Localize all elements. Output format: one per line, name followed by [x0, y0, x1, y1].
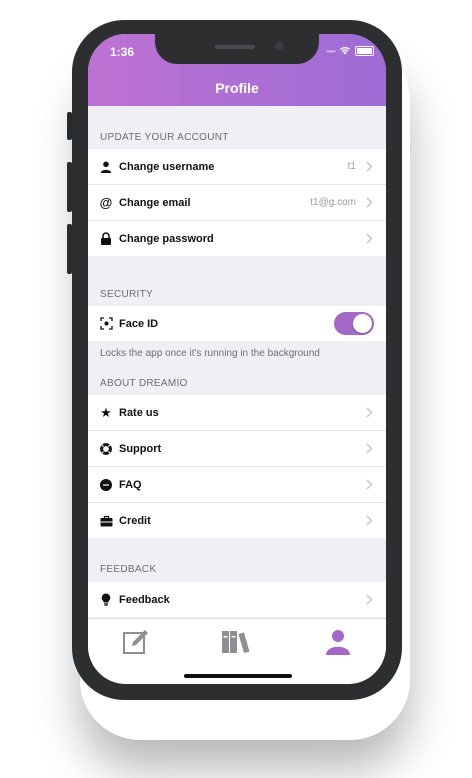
face-id-row: Face ID [88, 306, 386, 341]
change-username-row[interactable]: Change username t1 [88, 149, 386, 184]
bulb-icon [99, 593, 113, 607]
screen: 1:36 ••••• Profile UPDATE YOUR ACCOUNT C… [88, 34, 386, 684]
tab-write[interactable] [121, 627, 151, 657]
home-indicator [184, 674, 292, 678]
lifebuoy-icon [99, 442, 113, 456]
support-row[interactable]: Support [88, 431, 386, 466]
rate-us-row[interactable]: ★ Rate us [88, 395, 386, 430]
tab-profile[interactable] [323, 627, 353, 657]
speaker [215, 45, 255, 49]
person-icon [326, 630, 350, 655]
section-header-account: UPDATE YOUR ACCOUNT [100, 132, 229, 143]
edit-icon [123, 630, 148, 654]
faq-row[interactable]: FAQ [88, 467, 386, 502]
user-icon [99, 160, 113, 174]
section-header-security: SECURITY [100, 289, 153, 300]
star-icon: ★ [100, 404, 112, 420]
face-id-toggle[interactable] [334, 312, 374, 335]
tab-library[interactable] [221, 627, 251, 657]
credit-label: Credit [119, 514, 151, 527]
chevron-right-icon [362, 407, 376, 418]
section-header-about: ABOUT DREAMIO [100, 378, 188, 389]
notch [155, 34, 319, 64]
chevron-right-icon [362, 594, 376, 605]
feedback-row[interactable]: Feedback [88, 582, 386, 617]
chevron-right-icon [362, 479, 376, 490]
feedback-label: Feedback [119, 593, 170, 606]
toggle-knob [353, 314, 372, 333]
lock-icon [99, 232, 113, 246]
chevron-right-icon [362, 197, 376, 208]
rate-us-label: Rate us [119, 406, 159, 419]
email-value: t1@g.com [310, 197, 356, 208]
change-password-row[interactable]: Change password [88, 221, 386, 256]
faq-icon [99, 478, 113, 492]
page-title: Profile [215, 80, 259, 96]
chevron-right-icon [362, 233, 376, 244]
username-value: t1 [347, 161, 356, 172]
chevron-right-icon [362, 443, 376, 454]
credit-row[interactable]: Credit [88, 503, 386, 538]
face-id-note: Locks the app once it's running in the b… [100, 348, 320, 359]
books-icon [222, 631, 250, 653]
chevron-right-icon [362, 161, 376, 172]
support-label: Support [119, 442, 162, 455]
face-id-icon [99, 317, 113, 331]
change-email-row[interactable]: @ Change email t1@g.com [88, 185, 386, 220]
status-time: 1:36 [110, 45, 135, 59]
change-password-label: Change password [119, 232, 214, 245]
signal-icon: ••••• [325, 46, 336, 56]
briefcase-icon [99, 514, 113, 528]
wifi-icon [339, 42, 351, 60]
battery-icon [355, 46, 374, 56]
change-email-label: Change email [119, 196, 191, 209]
change-username-label: Change username [119, 160, 215, 173]
faq-label: FAQ [119, 478, 142, 491]
camera [275, 42, 284, 51]
at-icon: @ [99, 195, 113, 210]
chevron-right-icon [362, 515, 376, 526]
section-header-feedback: FEEDBACK [100, 564, 157, 575]
status-icons: ••••• [326, 45, 374, 57]
